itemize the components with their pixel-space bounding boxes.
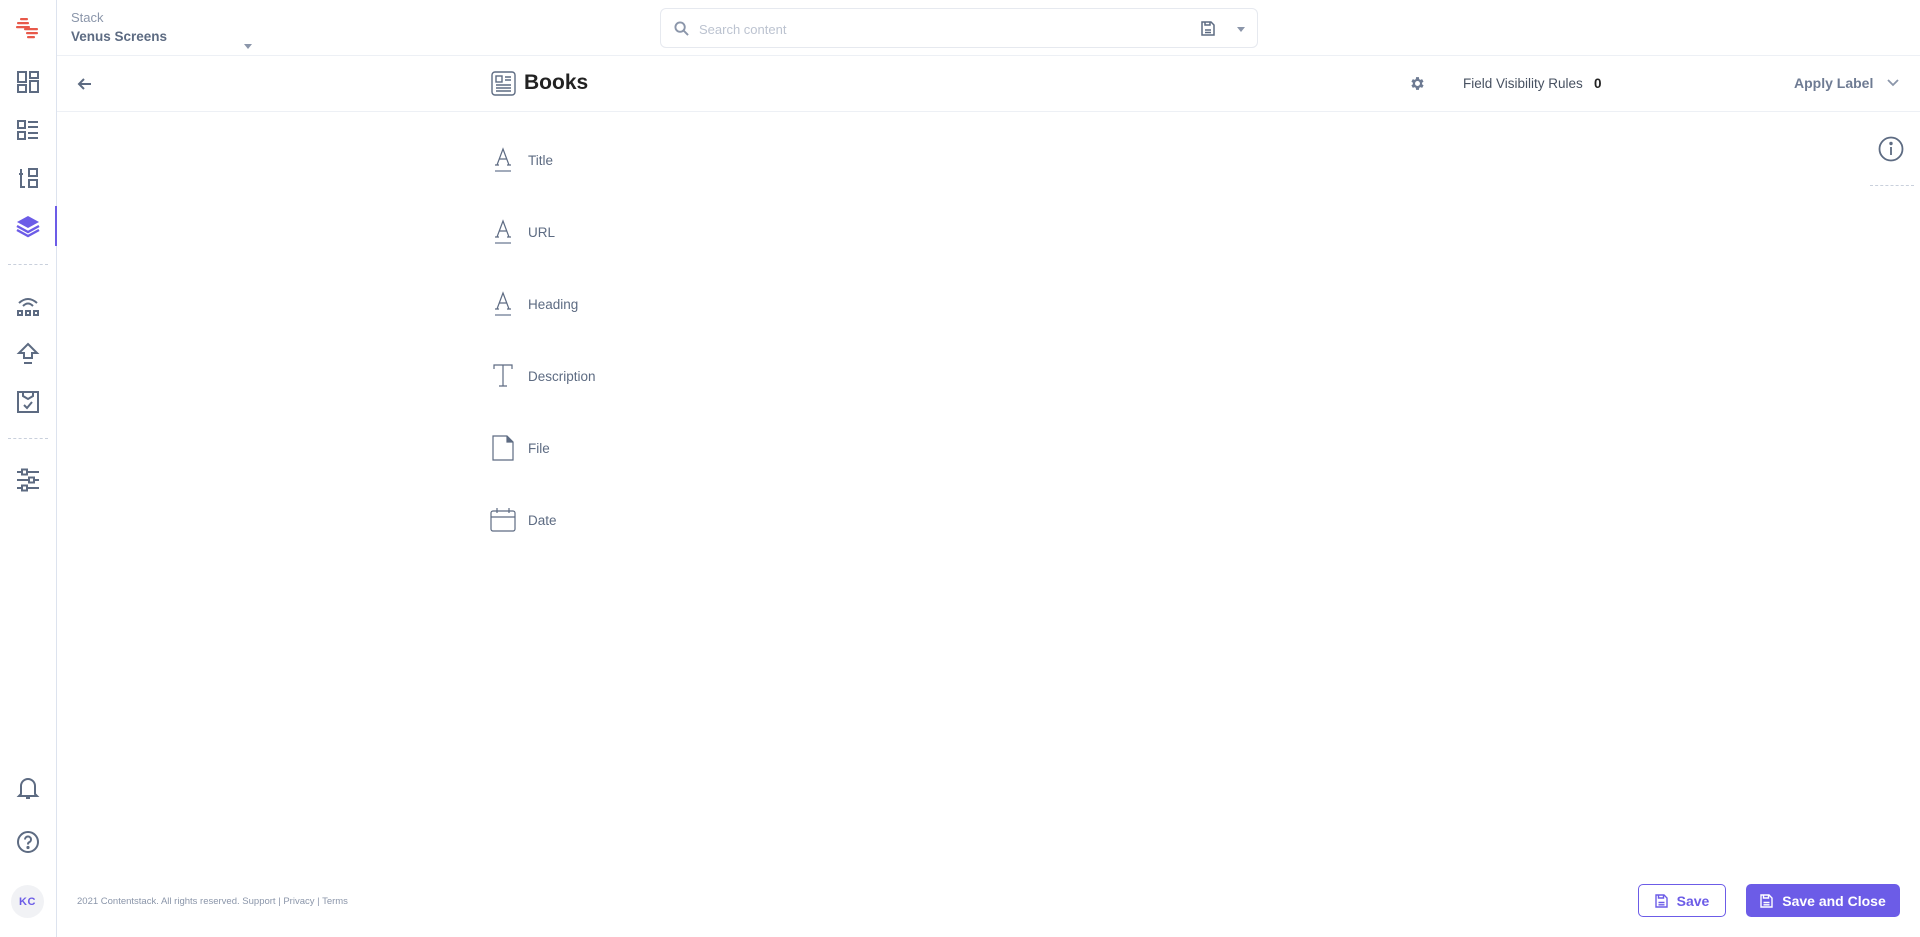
field-row-description[interactable]: Description (490, 356, 790, 396)
chevron-down-icon[interactable] (1886, 78, 1900, 88)
field-label: URL (528, 224, 556, 240)
settings-icon (17, 468, 39, 492)
active-nav-indicator (55, 206, 57, 246)
multi-line-text-icon (493, 364, 513, 387)
tasks-icon (17, 391, 39, 413)
help-icon (17, 831, 39, 853)
search-options-dropdown[interactable] (1237, 27, 1245, 32)
field-row-heading[interactable]: Heading (490, 284, 790, 324)
field-label: Description (528, 368, 596, 384)
save-button-label: Save (1676, 892, 1710, 909)
field-visibility-rules-link[interactable]: Field Visibility Rules (1463, 76, 1583, 91)
gear-icon[interactable] (1409, 75, 1426, 92)
nav-content-models[interactable] (14, 212, 42, 240)
nav-help[interactable] (14, 828, 42, 856)
file-icon (492, 435, 514, 461)
releases-icon (17, 298, 39, 316)
save-icon (1760, 893, 1773, 908)
field-label: Title (528, 152, 554, 168)
dashboard-icon (17, 71, 39, 93)
field-row-url[interactable]: URL (490, 212, 790, 252)
nav-tasks[interactable] (14, 388, 42, 416)
saved-searches-icon[interactable] (1201, 21, 1215, 36)
top-bar: Stack Venus Screens (57, 0, 1920, 56)
date-icon (490, 508, 516, 532)
nav-assets[interactable] (14, 164, 42, 192)
search-bar (660, 8, 1258, 48)
field-row-title[interactable]: Title (490, 140, 790, 180)
field-visibility-rules-count: 0 (1594, 76, 1602, 91)
apply-label-dropdown[interactable]: Apply Label (1794, 75, 1873, 91)
nav-dashboard[interactable] (14, 68, 42, 96)
nav-notifications[interactable] (14, 774, 42, 802)
field-row-date[interactable]: Date (490, 500, 790, 540)
content-type-icon (491, 71, 516, 96)
single-line-text-icon (495, 219, 511, 244)
search-input[interactable] (699, 17, 1159, 41)
field-row-file[interactable]: File (490, 428, 790, 468)
info-icon[interactable] (1878, 136, 1904, 162)
nav-settings[interactable] (14, 466, 42, 494)
info-divider (1870, 185, 1914, 186)
save-button[interactable]: Save (1638, 884, 1726, 917)
field-label: File (528, 440, 550, 456)
nav-releases[interactable] (14, 292, 42, 320)
support-link[interactable]: Support (242, 896, 275, 907)
save-and-close-label: Save and Close (1782, 892, 1886, 909)
back-arrow-icon[interactable] (75, 74, 95, 94)
privacy-link[interactable]: Privacy (283, 896, 314, 907)
stack-label: Stack (71, 10, 104, 25)
nav-divider (8, 264, 48, 265)
save-icon (1654, 893, 1668, 908)
footer-separator: | (278, 896, 281, 907)
stack-selector[interactable]: Stack Venus Screens (71, 10, 252, 49)
publish-queue-icon (16, 342, 40, 364)
nav-divider (8, 438, 48, 439)
single-line-text-icon (495, 147, 511, 172)
content-models-icon (16, 216, 40, 238)
entries-icon (17, 120, 38, 140)
page-title: Books (524, 71, 589, 94)
bell-icon (16, 778, 40, 799)
single-line-text-icon (495, 291, 511, 316)
left-nav-sidebar: KC (0, 0, 57, 937)
nav-publish-queue[interactable] (14, 340, 42, 368)
caret-down-icon (244, 44, 252, 49)
search-icon (674, 21, 689, 36)
copyright-text: 2021 Contentstack. All rights reserved. (77, 896, 240, 907)
user-avatar[interactable]: KC (11, 885, 44, 918)
footer: 2021 Contentstack. All rights reserved. … (77, 896, 348, 907)
contentstack-logo[interactable] (14, 14, 42, 42)
field-label: Date (528, 512, 557, 528)
footer-separator: | (317, 896, 320, 907)
terms-link[interactable]: Terms (322, 896, 348, 907)
save-and-close-button[interactable]: Save and Close (1746, 884, 1900, 917)
assets-icon (19, 168, 38, 188)
field-label: Heading (528, 296, 579, 312)
nav-entries[interactable] (14, 116, 42, 144)
stack-name: Venus Screens (71, 29, 168, 44)
content-type-header: Books Field Visibility Rules 0 Apply Lab… (57, 56, 1920, 112)
